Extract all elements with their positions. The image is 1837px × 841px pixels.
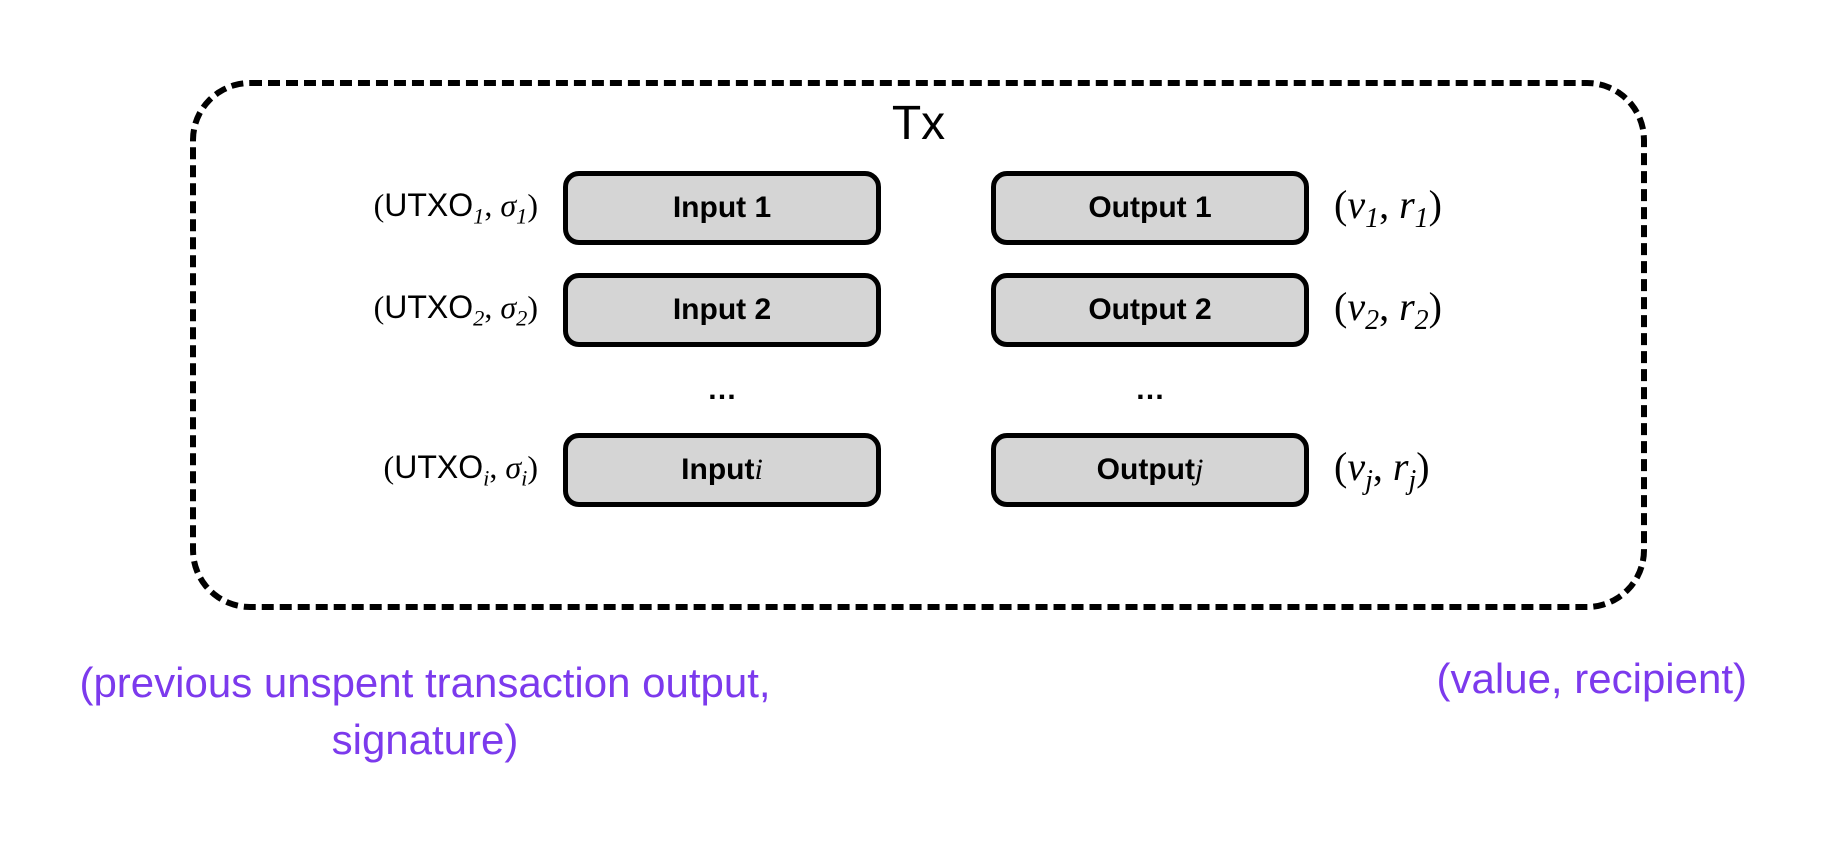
caption-left: (previous unspent transaction output, si… — [45, 655, 805, 768]
input-row-1: (UTXO1, σ1) Input 1 — [373, 171, 881, 245]
input-box-1: Input 1 — [563, 171, 881, 245]
caption-right: (value, recipient) — [1437, 655, 1747, 703]
output-ellipsis-row: … — [991, 375, 1464, 405]
input-box-2: Input 2 — [563, 273, 881, 347]
input-label-i: (UTXOi, σi) — [373, 449, 538, 491]
tx-container: Tx (UTXO1, σ1) Input 1 (UTXO2, σ2) Input… — [190, 80, 1647, 610]
input-row-i: (UTXOi, σi) Input i — [373, 433, 881, 507]
output-ellipsis: … — [1135, 373, 1165, 406]
output-label-2: (v2, r2) — [1334, 283, 1464, 337]
output-column: Output 1 (v1, r1) Output 2 (v2, r2) … Ou… — [991, 171, 1464, 507]
output-row-1: Output 1 (v1, r1) — [991, 171, 1464, 245]
input-ellipsis: … — [707, 373, 737, 406]
input-row-2: (UTXO2, σ2) Input 2 — [373, 273, 881, 347]
output-row-2: Output 2 (v2, r2) — [991, 273, 1464, 347]
input-ellipsis-row: … — [373, 375, 881, 405]
output-box-1: Output 1 — [991, 171, 1309, 245]
output-box-j: Output j — [991, 433, 1309, 507]
output-row-j: Output j (vj, rj) — [991, 433, 1464, 507]
columns: (UTXO1, σ1) Input 1 (UTXO2, σ2) Input 2 … — [196, 171, 1641, 507]
output-box-2: Output 2 — [991, 273, 1309, 347]
output-label-1: (v1, r1) — [1334, 181, 1464, 235]
input-label-2: (UTXO2, σ2) — [373, 289, 538, 331]
tx-title: Tx — [892, 96, 945, 151]
output-label-j: (vj, rj) — [1334, 443, 1464, 497]
input-column: (UTXO1, σ1) Input 1 (UTXO2, σ2) Input 2 … — [373, 171, 881, 507]
input-label-1: (UTXO1, σ1) — [373, 187, 538, 229]
input-box-i: Input i — [563, 433, 881, 507]
